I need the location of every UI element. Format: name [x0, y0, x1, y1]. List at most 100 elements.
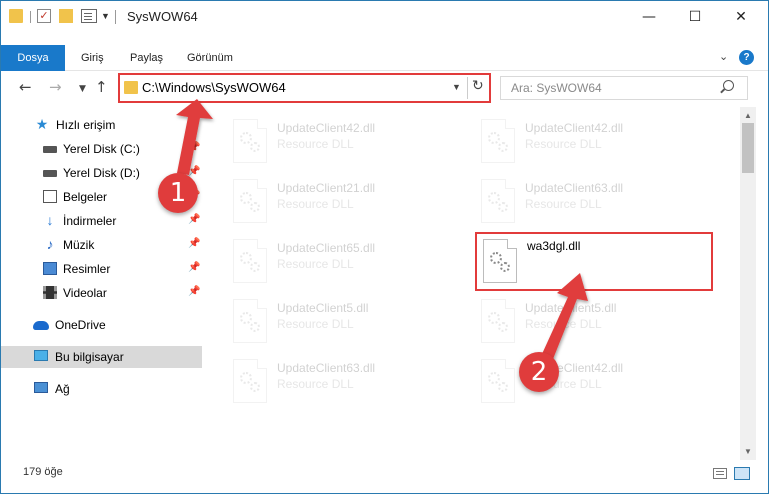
nav-label: OneDrive: [55, 318, 106, 332]
file-name: UpdateClient63.dll: [277, 361, 376, 375]
file-item[interactable]: UpdateClient65.dll Resource DLL: [223, 233, 461, 289]
refresh-icon[interactable]: ↻: [472, 78, 484, 94]
minimize-button[interactable]: —: [626, 1, 672, 33]
new-folder-icon[interactable]: [59, 9, 73, 23]
dll-file-icon: [233, 179, 267, 223]
dll-file-icon: [481, 179, 515, 223]
pin-icon[interactable]: 📌: [188, 238, 200, 249]
tab-share[interactable]: Paylaş: [130, 45, 163, 71]
file-item[interactable]: UpdateClient63.dll Resource DLL: [471, 173, 709, 229]
step-2-badge: 2: [519, 352, 559, 392]
navigation-pane: ★ Hızlı erişim Yerel Disk (C:) 📌 Yerel D…: [1, 107, 208, 460]
navigation-bar: ← → ▼ ↑ C:\Windows\SysWOW64 ▼ ↻ Ara: Sys…: [1, 71, 768, 105]
properties-icon[interactable]: [81, 9, 97, 23]
file-item[interactable]: UpdateClient5.dll Resource DLL: [223, 293, 461, 349]
file-list: UpdateClient42.dll Resource DLL UpdateCl…: [213, 107, 740, 460]
file-name: UpdateClient42.dll: [277, 121, 376, 135]
music-icon: ♪: [46, 236, 54, 252]
file-item[interactable]: UpdateClient42.dll Resource DLL: [471, 113, 709, 169]
details-view-icon[interactable]: [713, 468, 727, 479]
nav-label: Hızlı erişim: [56, 118, 116, 132]
forward-arrow-icon[interactable]: →: [49, 79, 62, 95]
pictures-icon: [43, 262, 57, 275]
file-name: UpdateClient65.dll: [277, 241, 376, 255]
nav-label: Yerel Disk (C:): [63, 142, 140, 156]
cloud-icon: [33, 321, 49, 330]
file-type: Resource DLL: [277, 137, 354, 151]
file-type: Resource DLL: [277, 197, 354, 211]
nav-label: Resimler: [63, 262, 111, 276]
file-item[interactable]: UpdateClient42.dll Resource DLL: [471, 353, 709, 409]
file-name: UpdateClient5.dll: [277, 301, 369, 315]
dll-file-icon: [233, 119, 267, 163]
dll-file-icon: [483, 239, 517, 283]
item-count: 179 öğe: [23, 466, 63, 478]
title-bar: ✓ ▼ SysWOW64 — ☐ ✕: [1, 1, 768, 33]
nav-this-pc[interactable]: Bu bilgisayar: [1, 346, 202, 368]
file-type: Resource DLL: [525, 137, 602, 151]
back-arrow-icon[interactable]: ←: [19, 79, 32, 95]
nav-item-downloads[interactable]: ↓ İndirmeler 📌: [1, 210, 208, 232]
videos-icon: [43, 286, 57, 299]
status-bar: 179 öğe: [1, 462, 768, 486]
file-name: UpdateClient42.dll: [525, 121, 624, 135]
nav-label: İndirmeler: [63, 214, 117, 228]
nav-label: Müzik: [63, 238, 95, 252]
nav-item-pictures[interactable]: Resimler 📌: [1, 258, 208, 280]
nav-quick-access[interactable]: ★ Hızlı erişim: [1, 114, 208, 136]
pin-icon[interactable]: 📌: [188, 214, 200, 225]
tab-view[interactable]: Görünüm: [187, 45, 233, 71]
help-icon[interactable]: ?: [739, 50, 754, 65]
close-button[interactable]: ✕: [718, 1, 764, 33]
nav-onedrive[interactable]: OneDrive: [1, 314, 208, 336]
search-icon[interactable]: [723, 80, 734, 91]
scroll-thumb[interactable]: [742, 123, 754, 173]
file-type: Resource DLL: [525, 317, 602, 331]
file-item[interactable]: UpdateClient42.dll Resource DLL: [223, 113, 461, 169]
file-item-wa3dgl[interactable]: wa3dgl.dll: [475, 232, 713, 291]
file-name: UpdateClient63.dll: [525, 181, 624, 195]
nav-item-drive-c[interactable]: Yerel Disk (C:) 📌: [1, 138, 208, 160]
step-1-badge: 1: [158, 173, 198, 213]
pin-icon[interactable]: 📌: [188, 286, 200, 297]
address-bar[interactable]: C:\Windows\SysWOW64 ▼ ↻: [118, 73, 491, 103]
drive-icon: [43, 170, 57, 177]
scroll-up-icon[interactable]: ▲: [744, 111, 752, 120]
dll-file-icon: [233, 299, 267, 343]
properties-check-icon[interactable]: ✓: [37, 9, 51, 23]
folder-icon: [9, 9, 23, 23]
address-path[interactable]: C:\Windows\SysWOW64: [142, 80, 286, 95]
nav-item-videos[interactable]: Videolar 📌: [1, 282, 208, 304]
expand-ribbon-icon[interactable]: ⌄: [719, 50, 728, 63]
file-type: Resource DLL: [277, 317, 354, 331]
scroll-down-icon[interactable]: ▼: [744, 447, 752, 456]
recent-locations-icon[interactable]: ▼: [79, 81, 86, 97]
ribbon-tabs: Dosya Giriş Paylaş Görünüm ⌄ ?: [1, 45, 768, 71]
drive-icon: [43, 146, 57, 153]
maximize-button[interactable]: ☐: [672, 1, 718, 33]
vertical-scrollbar[interactable]: ▲ ▼: [740, 107, 756, 460]
nav-network[interactable]: Ağ: [1, 378, 208, 400]
explorer-window: ✓ ▼ SysWOW64 — ☐ ✕ Dosya Giriş Paylaş Gö…: [0, 0, 769, 494]
tiles-view-icon[interactable]: [734, 467, 750, 480]
file-name: UpdateClient21.dll: [277, 181, 376, 195]
chevron-down-icon[interactable]: ▼: [101, 11, 110, 21]
up-arrow-icon[interactable]: ↑: [95, 79, 108, 95]
pin-icon[interactable]: 📌: [188, 262, 200, 273]
nav-item-music[interactable]: ♪ Müzik 📌: [1, 234, 208, 256]
chevron-down-icon[interactable]: ▼: [452, 82, 461, 92]
dll-file-icon: [481, 119, 515, 163]
file-item[interactable]: UpdateClient5.dll Resource DLL: [471, 293, 709, 349]
divider: [467, 77, 468, 99]
computer-icon: [34, 350, 48, 361]
dll-file-icon: [233, 239, 267, 283]
tab-home[interactable]: Giriş: [81, 45, 104, 71]
search-input[interactable]: Ara: SysWOW64: [500, 76, 748, 100]
downloads-icon: ↓: [46, 212, 54, 228]
pin-icon[interactable]: 📌: [188, 142, 200, 153]
file-type: Resource DLL: [525, 197, 602, 211]
tab-file[interactable]: Dosya: [1, 45, 65, 71]
pin-icon[interactable]: 📌: [188, 166, 200, 177]
file-item[interactable]: UpdateClient63.dll Resource DLL: [223, 353, 461, 409]
file-item[interactable]: UpdateClient21.dll Resource DLL: [223, 173, 461, 229]
